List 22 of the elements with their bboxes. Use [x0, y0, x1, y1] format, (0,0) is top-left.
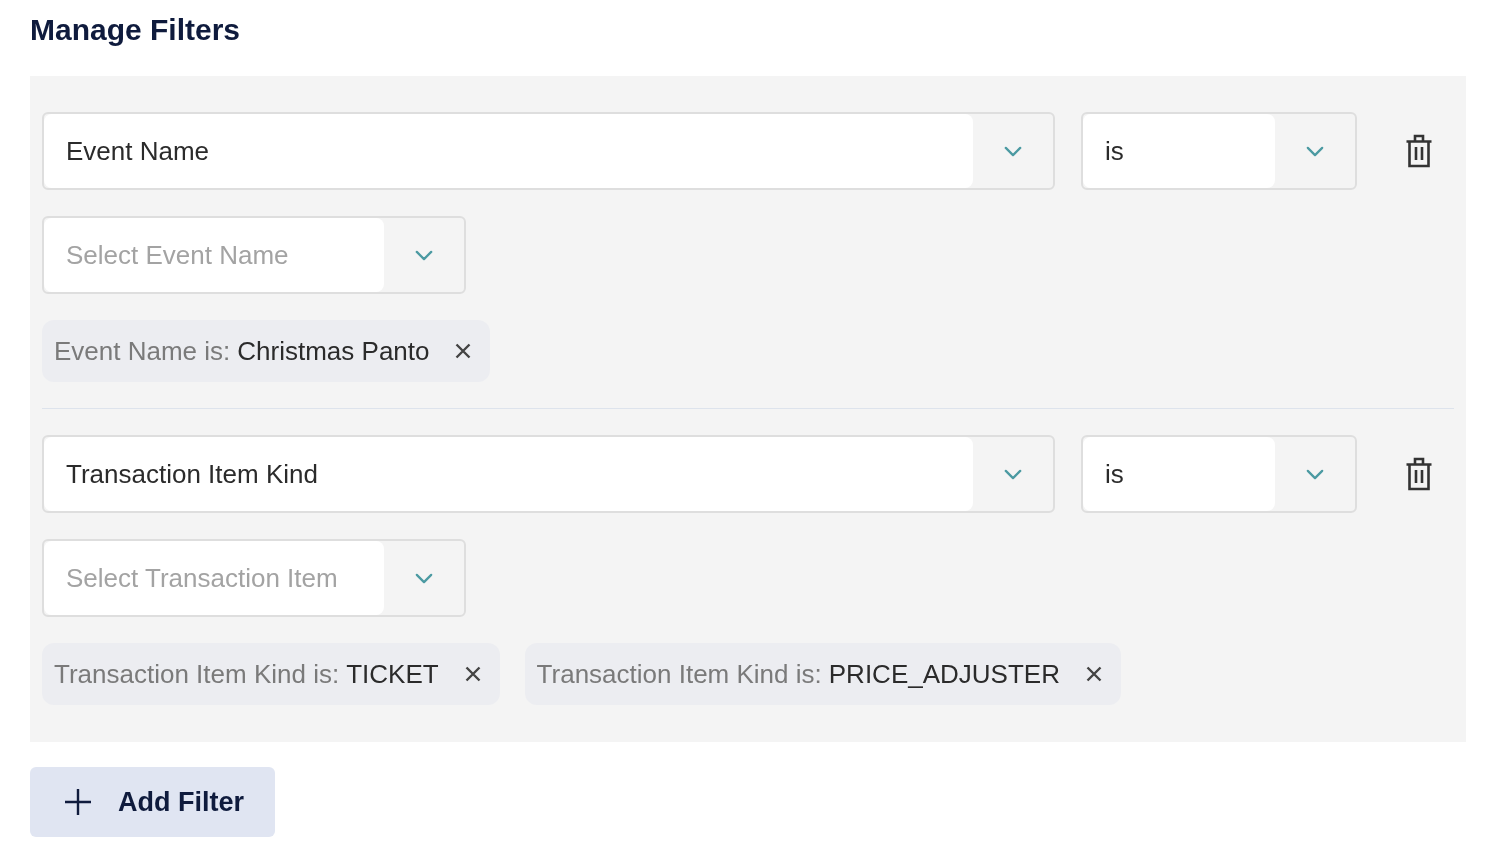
page-title: Manage Filters — [30, 12, 241, 48]
close-icon[interactable] — [1085, 666, 1102, 682]
trash-icon[interactable] — [1404, 134, 1433, 168]
dropdown[interactable]: is — [1081, 112, 1357, 190]
trash-icon[interactable] — [1404, 457, 1433, 491]
chevron-down-icon — [1306, 468, 1324, 480]
chevron-down-icon — [1004, 145, 1022, 157]
dropdown[interactable]: Event Name — [42, 112, 1055, 190]
chip-label: Event Name is: — [54, 334, 231, 368]
plus-icon — [64, 788, 92, 816]
add-filter-button[interactable]: Add Filter — [30, 767, 275, 837]
chip-value: TICKET — [346, 657, 439, 691]
chip-label: Transaction Item Kind is: — [54, 657, 340, 691]
close-icon[interactable] — [455, 343, 472, 359]
chevron-down-icon — [1004, 468, 1022, 480]
chip-value: PRICE_ADJUSTER — [828, 657, 1060, 691]
chip-label: Transaction Item Kind is: — [536, 657, 822, 691]
chevron-down-icon — [1306, 145, 1324, 157]
close-icon[interactable] — [464, 666, 481, 682]
dropdown[interactable]: Transaction Item Kind — [42, 435, 1055, 513]
chip-value: Christmas Panto — [237, 334, 430, 368]
dropdown[interactable]: is — [1081, 435, 1357, 513]
